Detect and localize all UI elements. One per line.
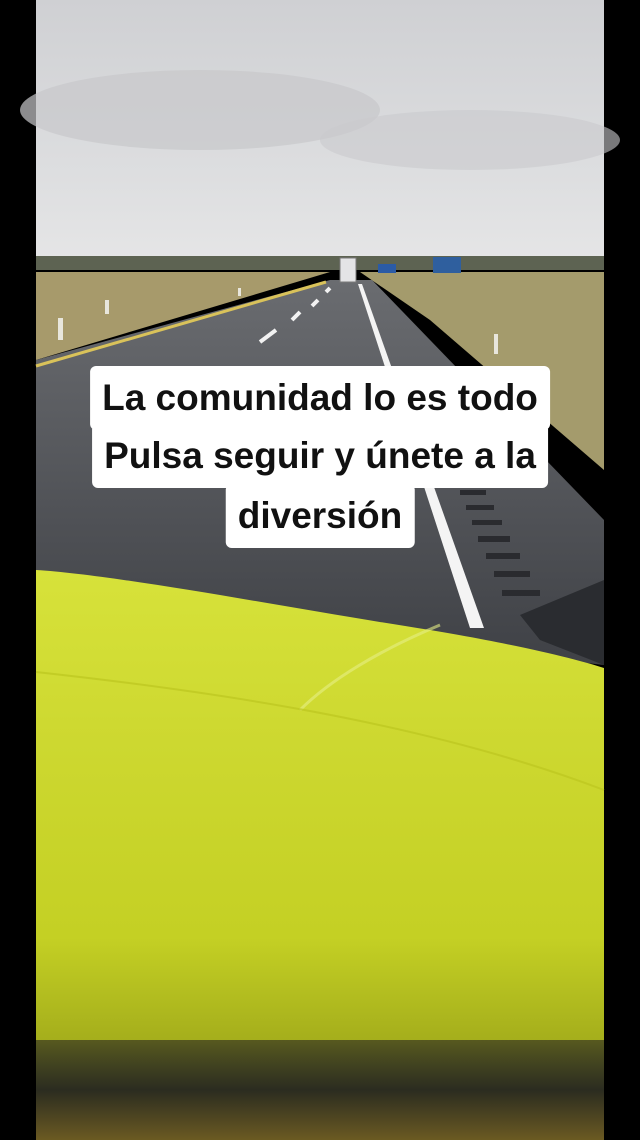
billboard bbox=[433, 257, 461, 273]
caption-line-1: La comunidad lo es todo bbox=[90, 366, 550, 430]
video-frame bbox=[0, 0, 640, 1140]
caption-line-2: Pulsa seguir y únete a la bbox=[92, 424, 548, 488]
dashboard bbox=[36, 1040, 604, 1140]
right-letterbox bbox=[604, 0, 640, 1140]
left-letterbox bbox=[0, 0, 36, 1140]
caption-line-3: diversión bbox=[225, 484, 415, 548]
cloud bbox=[320, 110, 620, 170]
billboard bbox=[378, 264, 396, 273]
distant-truck bbox=[339, 257, 357, 283]
treeline bbox=[36, 256, 604, 270]
